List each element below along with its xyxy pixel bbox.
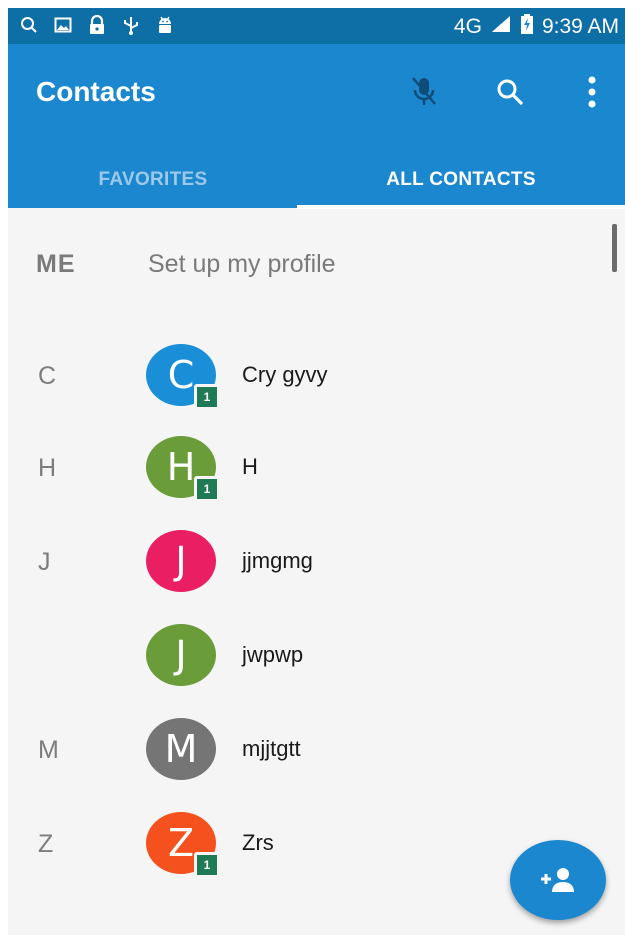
voice-search-button[interactable] xyxy=(400,68,448,116)
setup-profile-label: Set up my profile xyxy=(148,250,336,278)
section-letter: H xyxy=(38,454,57,482)
status-bar: 4G 9:39 AM xyxy=(8,8,625,44)
section-letter: M xyxy=(38,736,59,764)
contact-name: H xyxy=(242,454,258,479)
app-bar: Contacts FAVORITES ALL CONTACTS xyxy=(8,44,625,209)
avatar-initial: M xyxy=(164,727,198,771)
add-person-icon xyxy=(541,868,574,892)
avatar: M xyxy=(146,718,216,780)
section-letter: J xyxy=(38,548,51,576)
section-letter: C xyxy=(38,362,57,390)
contact-name: Cry gyvy xyxy=(242,362,328,387)
contact-row[interactable]: J J jjmgmg xyxy=(8,518,625,608)
contact-row[interactable]: M M mjjtgtt xyxy=(8,706,625,796)
android-icon xyxy=(154,14,176,36)
usb-icon xyxy=(120,14,142,36)
avatar-initial: C xyxy=(167,353,195,397)
contact-row[interactable]: H H 1 H xyxy=(8,424,625,514)
avatar: J xyxy=(146,530,216,592)
battery-charging-icon xyxy=(520,14,534,40)
tab-all-contacts[interactable]: ALL CONTACTS xyxy=(297,154,625,206)
lock-icon xyxy=(86,14,108,36)
profile-row[interactable]: ME Set up my profile xyxy=(8,224,625,304)
contact-name: Zrs xyxy=(242,830,274,855)
avatar-initial: H xyxy=(166,445,196,489)
section-letter: Z xyxy=(38,830,54,858)
sim-badge: 1 xyxy=(194,852,220,878)
page-title: Contacts xyxy=(36,76,156,107)
contact-name: jwpwp xyxy=(242,642,304,667)
contact-row[interactable]: C C 1 Cry gyvy xyxy=(8,332,625,422)
contacts-screen: 4G 9:39 AM Contacts FAVORITES ALL CONTAC… xyxy=(8,8,625,935)
search-icon xyxy=(497,79,524,106)
avatar-initial: Z xyxy=(167,821,195,865)
search-icon xyxy=(18,14,40,36)
search-button[interactable] xyxy=(486,68,534,116)
more-vert-icon xyxy=(588,76,596,108)
contact-name: jjmgmg xyxy=(242,548,313,573)
avatar-initial: J xyxy=(175,633,187,677)
tab-favorites[interactable]: FAVORITES xyxy=(8,154,298,206)
sim-badge: 1 xyxy=(194,384,220,410)
tab-indicator xyxy=(297,205,625,209)
signal-icon xyxy=(490,15,512,39)
avatar-initial: J xyxy=(175,539,187,583)
network-type: 4G xyxy=(453,15,482,38)
more-options-button[interactable] xyxy=(568,68,616,116)
image-icon xyxy=(52,14,74,36)
me-label: ME xyxy=(36,250,76,278)
mic-off-icon xyxy=(412,77,436,105)
contact-name: mjjtgtt xyxy=(242,736,301,761)
sim-badge: 1 xyxy=(194,476,220,502)
avatar: J xyxy=(146,624,216,686)
contact-row[interactable]: J jwpwp xyxy=(8,612,625,702)
clock: 9:39 AM xyxy=(541,15,619,38)
add-contact-button[interactable] xyxy=(510,840,606,920)
